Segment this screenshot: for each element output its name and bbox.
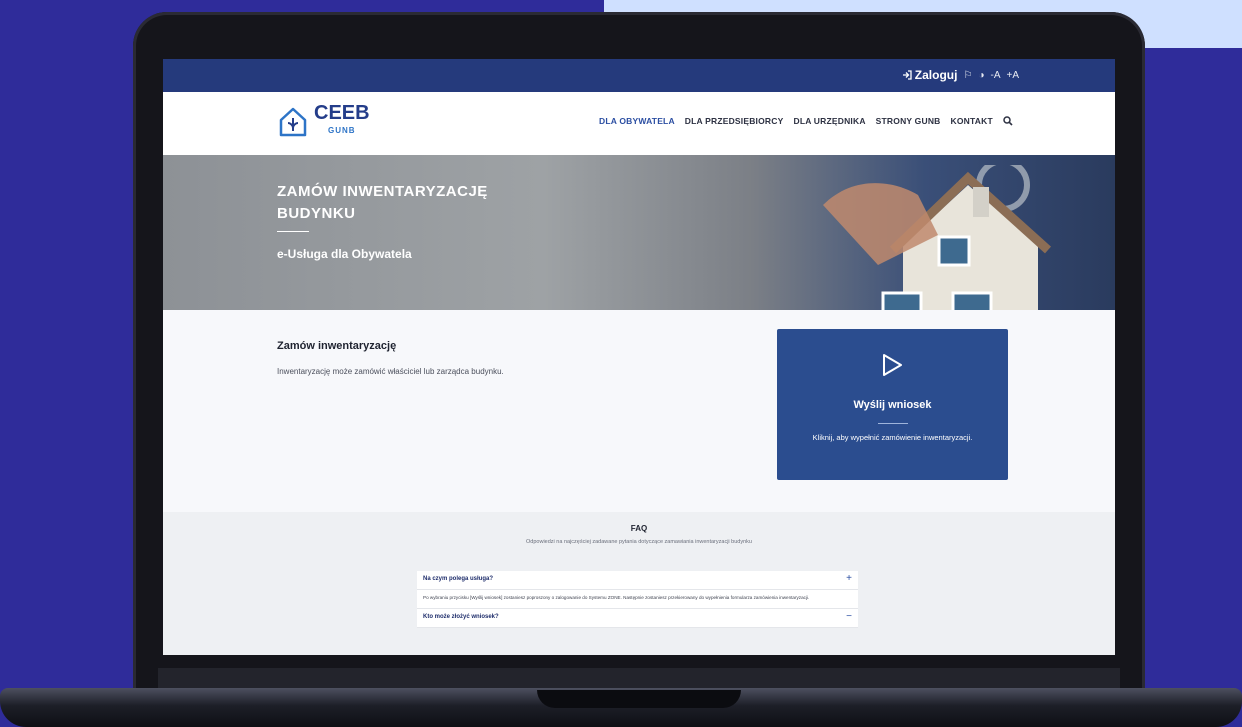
intro-text: Inwentaryzację może zamówić właściciel l… (277, 367, 504, 376)
laptop-notch (537, 690, 741, 708)
expand-icon[interactable]: + (846, 573, 852, 584)
cta-divider (878, 423, 908, 424)
nav-item-dla-obywatela[interactable]: DLA OBYWATELA (599, 116, 675, 126)
house-illustration (823, 165, 1052, 310)
faq-answer-1: Po wybraniu przycisku [Wyślij wniosek] z… (417, 590, 858, 609)
faq-subtitle: Odpowiedzi na najczęściej zadawane pytan… (526, 539, 752, 545)
login-label: Zaloguj (914, 68, 958, 82)
faq-question-1[interactable]: Na czym polega usługa? + (417, 571, 858, 590)
faq-section: FAQ Odpowiedzi na najczęściej zadawane p… (163, 512, 1115, 655)
hero-divider (277, 231, 309, 232)
faq-question-text: Na czym polega usługa? (423, 576, 494, 582)
nav-item-kontakt[interactable]: KONTAKT (951, 116, 993, 126)
flag-icon[interactable]: ⚐ (963, 70, 972, 81)
main-content: Zamów inwentaryzację Inwentaryzację może… (163, 310, 1115, 512)
menu: DLA OBYWATELA DLA PRZEDSIĘBIORCY DLA URZ… (599, 116, 1013, 126)
faq-title: FAQ (630, 524, 648, 533)
hero-title: ZAMÓW INWENTARYZACJĘ BUDYNKU (277, 183, 488, 222)
intro-title: Zamów inwentaryzację (277, 340, 397, 352)
main-navigation: CEEB GUNB DLA OBYWATELA DLA PRZEDSIĘBIOR… (163, 92, 1115, 155)
nav-item-dla-przedsiebiorcy[interactable]: DLA PRZEDSIĘBIORCY (685, 116, 784, 126)
cta-title: Wyślij wniosek (853, 399, 932, 411)
nav-item-dla-urzednika[interactable]: DLA URZĘDNIKA (793, 116, 865, 126)
play-icon (883, 354, 902, 376)
faq-list: Na czym polega usługa? + Po wybraniu prz… (417, 571, 858, 628)
hero-subtitle: e-Usługa dla Obywatela (277, 247, 412, 261)
font-increase-button[interactable]: +A (1006, 70, 1019, 81)
logo-name: CEEB (314, 102, 370, 124)
faq-question-2[interactable]: Kto może złożyć wniosek? − (417, 609, 858, 628)
font-decrease-button[interactable]: -A (990, 70, 1000, 81)
search-icon[interactable] (1003, 116, 1013, 126)
contrast-icon[interactable]: ◑ (978, 70, 984, 81)
faq-question-text: Kto może złożyć wniosek? (423, 614, 499, 620)
site-logo[interactable]: CEEB GUNB (278, 102, 370, 140)
laptop-hinge (158, 668, 1120, 690)
hero-banner: ZAMÓW INWENTARYZACJĘ BUDYNKU e-Usługa dl… (163, 155, 1115, 310)
logo-subtitle: GUNB (328, 126, 356, 135)
utility-bar: Zaloguj ⚐ ◑ -A +A (163, 59, 1115, 92)
nav-item-strony-gunb[interactable]: STRONY GUNB (876, 116, 941, 126)
collapse-icon[interactable]: − (846, 611, 852, 622)
house-logo-icon (279, 107, 307, 137)
send-request-button[interactable]: Wyślij wniosek Kliknij, aby wypełnić zam… (777, 329, 1008, 480)
login-icon (902, 70, 912, 80)
cta-text: Kliknij, aby wypełnić zamówienie inwenta… (812, 433, 973, 442)
login-link[interactable]: Zaloguj (902, 68, 958, 82)
browser-viewport: Zaloguj ⚐ ◑ -A +A CEEB GUNB DLA OBYWATEL… (163, 59, 1115, 655)
